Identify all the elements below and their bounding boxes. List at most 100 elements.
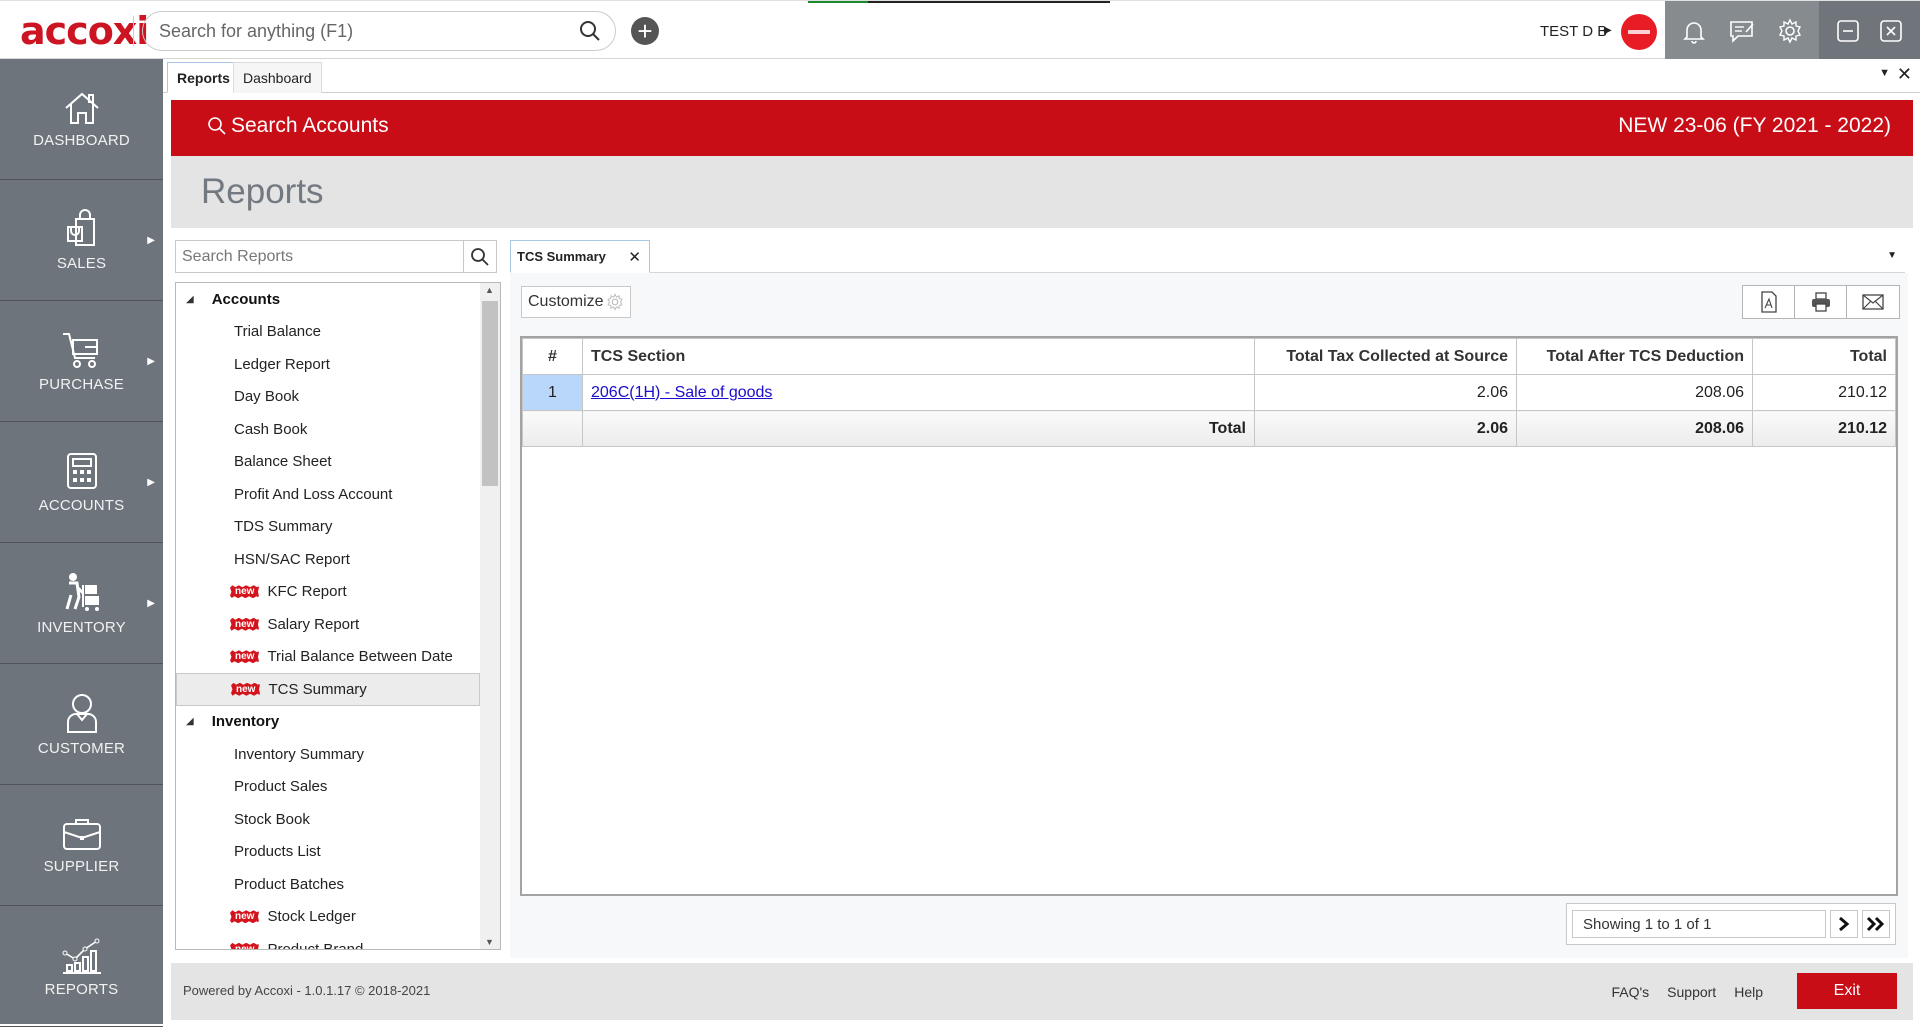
help-link[interactable]: Help [1734, 984, 1763, 1000]
report-item[interactable]: Stock Book [176, 803, 480, 836]
print-button[interactable] [1795, 286, 1847, 318]
report-item[interactable]: Ledger Report [176, 348, 480, 381]
report-item[interactable]: new KFC Report [176, 576, 480, 609]
report-item-label: Day Book [234, 388, 300, 406]
footer: Powered by Accoxi - 1.0.1.17 © 2018-2021… [171, 963, 1913, 1020]
table-row[interactable]: 1 206C(1H) - Sale of goods 2.06 208.06 2… [522, 374, 1896, 411]
tcs-table: # TCS Section Total Tax Collected at Sou… [522, 338, 1896, 447]
close-icon[interactable]: ✕ [628, 248, 641, 266]
report-search-button[interactable] [463, 241, 496, 272]
tab-tcs-summary[interactable]: TCS Summary ✕ [510, 240, 650, 273]
report-item-label: HSN/SAC Report [234, 550, 350, 568]
add-new-button[interactable]: + [631, 17, 659, 45]
gear-icon[interactable] [1777, 17, 1803, 44]
scroll-down-icon[interactable]: ▼ [485, 937, 494, 947]
report-item-label: Trial Balance Between Date [267, 648, 453, 666]
tabs-dropdown-icon[interactable]: ▼ [1879, 67, 1890, 79]
global-search-input[interactable] [159, 20, 579, 42]
gear-icon [606, 293, 624, 311]
envelope-icon [1862, 293, 1884, 311]
report-item[interactable]: Product Sales [176, 771, 480, 804]
sidebar-item-supplier[interactable]: SUPPLIER [0, 785, 163, 906]
user-menu-caret-icon[interactable]: ▶ [1604, 25, 1612, 36]
submenu-arrow-icon: ▶ [147, 235, 155, 246]
tcs-section-link[interactable]: 206C(1H) - Sale of goods [591, 384, 772, 401]
report-item[interactable]: Product Batches [176, 868, 480, 901]
message-icon[interactable] [1728, 18, 1756, 44]
search-icon[interactable] [579, 20, 601, 42]
expand-triangle-icon[interactable]: ◢ [186, 294, 194, 305]
email-button[interactable] [1847, 286, 1899, 318]
sidebar-item-label: SUPPLIER [43, 857, 120, 875]
pagination-info: Showing 1 to 1 of 1 [1572, 910, 1826, 938]
sidebar-item-accounts[interactable]: ACCOUNTS ▶ [0, 422, 163, 543]
tab-dashboard[interactable]: Dashboard [233, 62, 322, 93]
close-tab-icon[interactable]: ✕ [1897, 64, 1912, 85]
exit-button[interactable]: Exit [1797, 973, 1897, 1009]
divider [133, 16, 134, 46]
sidebar-item-dashboard[interactable]: DASHBOARD [0, 59, 163, 180]
col-header-total[interactable]: Total [1752, 338, 1896, 375]
col-header-tcs-collected[interactable]: Total Tax Collected at Source [1254, 338, 1517, 375]
tree-group-accounts[interactable]: ◢ Accounts [176, 283, 480, 316]
report-item[interactable]: new Stock Ledger [176, 901, 480, 934]
report-item[interactable]: Day Book [176, 381, 480, 414]
sidebar-item-customer[interactable]: CUSTOMER [0, 664, 163, 785]
col-header-number[interactable]: # [522, 338, 583, 375]
scroll-up-icon[interactable]: ▲ [485, 285, 494, 295]
last-page-button[interactable] [1862, 910, 1890, 938]
company-avatar[interactable] [1621, 14, 1657, 50]
report-item[interactable]: new Salary Report [176, 608, 480, 641]
pagination: Showing 1 to 1 of 1 [1566, 903, 1896, 945]
report-item[interactable]: Trial Balance [176, 316, 480, 349]
sidebar-item-reports[interactable]: REPORTS [0, 906, 163, 1027]
report-item[interactable]: new Trial Balance Between Date [176, 641, 480, 674]
report-item[interactable]: Cash Book [176, 413, 480, 446]
totals-row: Total 2.06 208.06 210.12 [522, 410, 1896, 447]
report-item-label: Trial Balance [234, 323, 321, 341]
new-badge: new [230, 910, 260, 924]
cart-icon [61, 330, 103, 370]
report-item[interactable]: new TCS Summary [176, 673, 480, 706]
scroll-thumb[interactable] [482, 301, 498, 486]
report-item[interactable]: HSN/SAC Report [176, 543, 480, 576]
tree-scrollbar[interactable]: ▲ ▼ [480, 283, 500, 949]
report-tabs-dropdown-icon[interactable]: ▼ [1887, 250, 1897, 261]
report-tabs: TCS Summary ✕ ▼ [510, 240, 1905, 273]
sidebar-item-purchase[interactable]: PURCHASE ▶ [0, 301, 163, 422]
expand-triangle-icon[interactable]: ◢ [186, 716, 194, 727]
sidebar-item-sales[interactable]: SALES ▶ [0, 180, 163, 301]
report-item[interactable]: new Product Brand [176, 933, 480, 950]
minimize-icon[interactable] [1836, 19, 1860, 43]
report-item[interactable]: Balance Sheet [176, 446, 480, 479]
company-name: NEW 23-06 (FY 2021 - 2022) [1618, 114, 1891, 137]
report-item-label: Product Brand [267, 940, 364, 950]
report-item[interactable]: Profit And Loss Account [176, 478, 480, 511]
customize-button[interactable]: Customize [521, 286, 631, 318]
app-logo[interactable]: accoxi [20, 9, 149, 53]
home-icon [62, 90, 102, 126]
close-window-icon[interactable] [1879, 19, 1903, 43]
user-name[interactable]: TEST D B [1540, 23, 1607, 40]
col-header-after-tcs[interactable]: Total After TCS Deduction [1516, 338, 1753, 375]
report-item[interactable]: TDS Summary [176, 511, 480, 544]
search-accounts-button[interactable]: Search Accounts [207, 114, 389, 138]
export-pdf-button[interactable] [1743, 286, 1795, 318]
faq-link[interactable]: FAQ's [1611, 984, 1649, 1000]
bell-icon[interactable] [1681, 18, 1707, 44]
tree-group-inventory[interactable]: ◢ Inventory [176, 706, 480, 739]
report-search-input[interactable] [176, 241, 463, 272]
tab-reports[interactable]: Reports [167, 62, 240, 93]
support-link[interactable]: Support [1667, 984, 1716, 1000]
next-page-button[interactable] [1830, 910, 1858, 938]
report-item[interactable]: Inventory Summary [176, 738, 480, 771]
report-item-label: Stock Book [234, 810, 310, 828]
sidebar-item-inventory[interactable]: INVENTORY ▶ [0, 543, 163, 664]
module-tabs: Reports Dashboard ▼ ✕ [163, 59, 1920, 93]
tcs-collected-cell: 2.06 [1254, 374, 1517, 411]
col-header-tcs-section[interactable]: TCS Section [582, 338, 1255, 375]
top-bar: accoxi + TEST D B ▶ [0, 0, 1920, 60]
report-item[interactable]: Products List [176, 836, 480, 869]
shopping-bag-icon [62, 208, 102, 249]
global-search[interactable] [142, 11, 616, 51]
